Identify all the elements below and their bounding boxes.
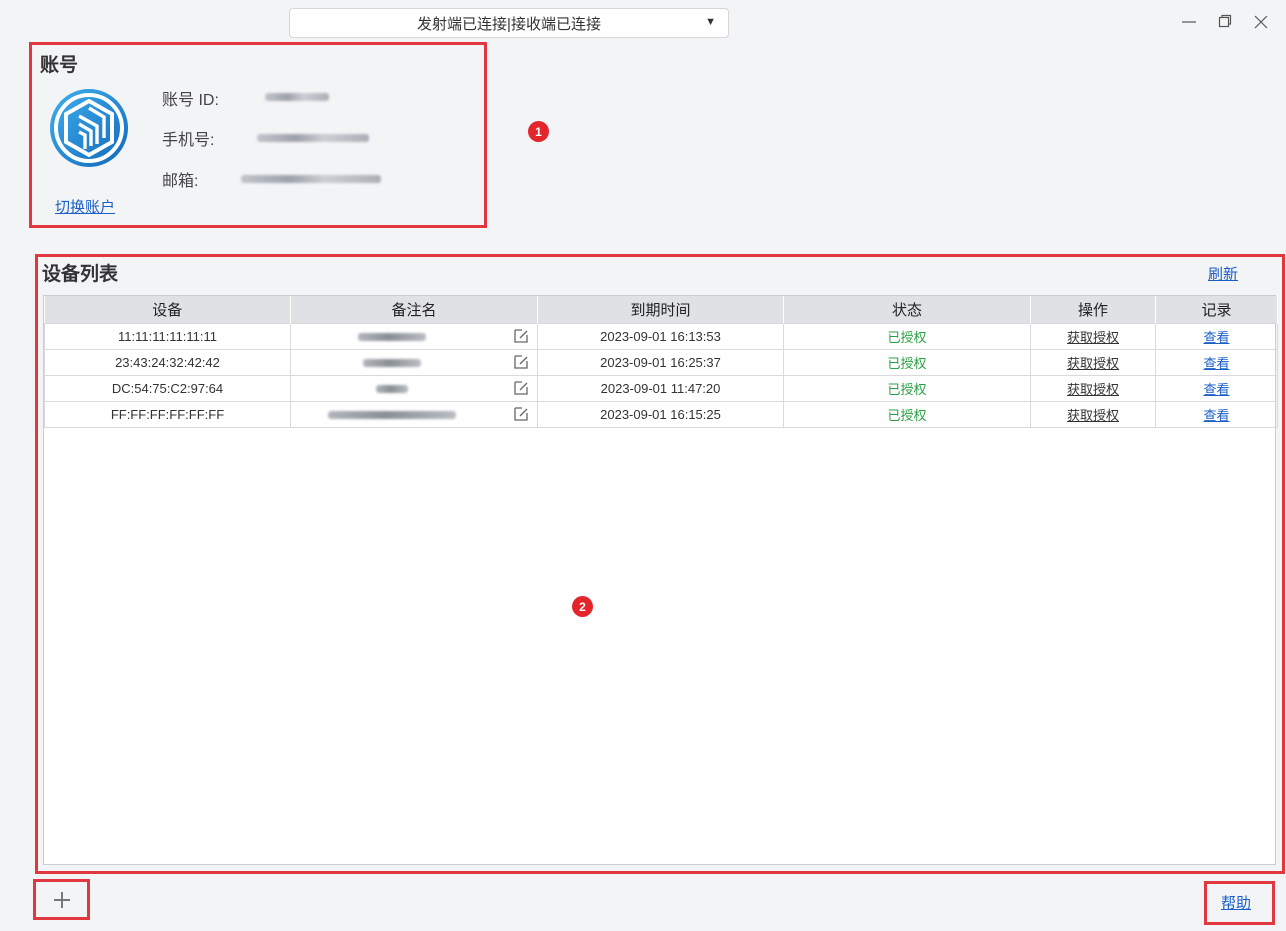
action-cell: 获取授权 xyxy=(1030,322,1156,350)
device-note-cell xyxy=(290,348,538,376)
switch-account-link[interactable]: 切换账户 xyxy=(55,196,115,217)
edit-icon[interactable] xyxy=(513,406,529,422)
account-id-label: 账号 ID: xyxy=(162,92,219,109)
column-header-note[interactable]: 备注名 xyxy=(290,296,538,323)
phone-label: 手机号: xyxy=(162,132,215,149)
device-mac: 11:11:11:11:11:11 xyxy=(44,322,291,350)
refresh-link[interactable]: 刷新 xyxy=(1208,263,1238,284)
expiry-time: 2023-09-01 16:25:37 xyxy=(537,348,784,376)
device-note-cell xyxy=(290,322,538,350)
add-device-button[interactable] xyxy=(36,882,88,918)
device-mac: FF:FF:FF:FF:FF:FF xyxy=(44,400,291,428)
status-badge: 已授权 xyxy=(783,322,1031,350)
status-badge: 已授权 xyxy=(783,348,1031,376)
record-cell: 查看 xyxy=(1155,400,1278,428)
action-cell: 获取授权 xyxy=(1030,348,1156,376)
connection-status-select[interactable]: 发射端已连接|接收端已连接 ▼ xyxy=(289,8,729,38)
get-authorization-link[interactable]: 获取授权 xyxy=(1067,382,1119,397)
restore-icon[interactable] xyxy=(1214,8,1236,34)
edit-icon[interactable] xyxy=(513,328,529,344)
status-badge: 已授权 xyxy=(783,400,1031,428)
action-cell: 获取授权 xyxy=(1030,374,1156,402)
dropdown-arrow-icon: ▼ xyxy=(705,16,716,28)
get-authorization-link[interactable]: 获取授权 xyxy=(1067,408,1119,423)
get-authorization-link[interactable]: 获取授权 xyxy=(1067,356,1119,371)
marker-2: 2 xyxy=(572,596,593,617)
column-header-status[interactable]: 状态 xyxy=(783,296,1031,323)
close-icon[interactable] xyxy=(1250,8,1272,34)
edit-icon[interactable] xyxy=(513,354,529,370)
device-mac: DC:54:75:C2:97:64 xyxy=(44,374,291,402)
window-controls xyxy=(1178,8,1272,34)
device-table-container: 设备 备注名 到期时间 状态 操作 记录 11:11:11:11:11:11 2… xyxy=(43,295,1278,865)
app-logo-icon xyxy=(49,88,129,168)
table-row[interactable]: DC:54:75:C2:97:64 2023-09-01 11:47:20 已授… xyxy=(44,374,1278,402)
column-header-device[interactable]: 设备 xyxy=(44,296,291,323)
view-record-link[interactable]: 查看 xyxy=(1203,356,1229,371)
account-title: 账号 xyxy=(40,55,79,76)
device-table: 设备 备注名 到期时间 状态 操作 记录 11:11:11:11:11:11 2… xyxy=(44,296,1278,428)
device-note-cell xyxy=(290,400,538,428)
help-link[interactable]: 帮助 xyxy=(1221,892,1251,913)
email-label: 邮箱: xyxy=(162,173,199,190)
device-note-value xyxy=(328,410,456,419)
expiry-time: 2023-09-01 16:15:25 xyxy=(537,400,784,428)
email-value xyxy=(241,175,381,183)
column-header-action[interactable]: 操作 xyxy=(1030,296,1156,323)
table-row[interactable]: FF:FF:FF:FF:FF:FF 2023-09-01 16:15:25 已授… xyxy=(44,400,1278,428)
table-row[interactable]: 11:11:11:11:11:11 2023-09-01 16:13:53 已授… xyxy=(44,322,1278,350)
plus-icon xyxy=(54,892,70,908)
status-badge: 已授权 xyxy=(783,374,1031,402)
device-mac: 23:43:24:32:42:42 xyxy=(44,348,291,376)
table-row[interactable]: 23:43:24:32:42:42 2023-09-01 16:25:37 已授… xyxy=(44,348,1278,376)
expiry-time: 2023-09-01 16:13:53 xyxy=(537,322,784,350)
device-list-title: 设备列表 xyxy=(42,264,119,285)
minimize-icon[interactable] xyxy=(1178,8,1200,34)
device-note-value xyxy=(376,384,408,393)
expiry-time: 2023-09-01 11:47:20 xyxy=(537,374,784,402)
view-record-link[interactable]: 查看 xyxy=(1203,330,1229,345)
marker-1: 1 xyxy=(528,121,549,142)
edit-icon[interactable] xyxy=(513,380,529,396)
view-record-link[interactable]: 查看 xyxy=(1203,382,1229,397)
record-cell: 查看 xyxy=(1155,374,1278,402)
connection-status-text: 发射端已连接|接收端已连接 xyxy=(417,15,601,33)
device-note-value xyxy=(358,332,426,341)
action-cell: 获取授权 xyxy=(1030,400,1156,428)
table-header-row: 设备 备注名 到期时间 状态 操作 记录 xyxy=(44,296,1278,323)
device-note-value xyxy=(363,358,421,367)
record-cell: 查看 xyxy=(1155,348,1278,376)
account-id-value xyxy=(265,93,329,101)
get-authorization-link[interactable]: 获取授权 xyxy=(1067,330,1119,345)
device-note-cell xyxy=(290,374,538,402)
view-record-link[interactable]: 查看 xyxy=(1203,408,1229,423)
column-header-record[interactable]: 记录 xyxy=(1155,296,1278,323)
phone-value xyxy=(257,134,369,142)
column-header-expiry[interactable]: 到期时间 xyxy=(537,296,784,323)
record-cell: 查看 xyxy=(1155,322,1278,350)
